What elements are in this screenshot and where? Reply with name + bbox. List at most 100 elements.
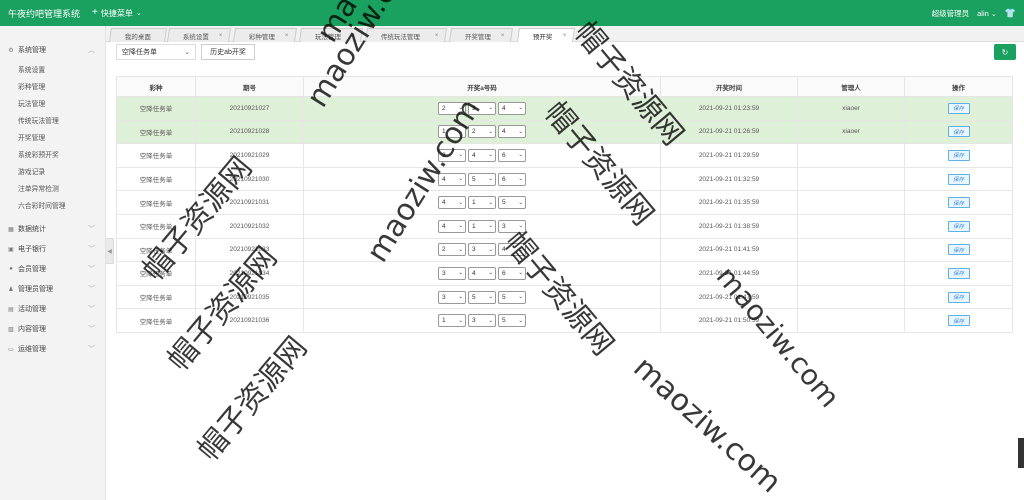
- save-button[interactable]: 保存: [947, 102, 970, 114]
- refresh-button[interactable]: ↻: [994, 44, 1016, 60]
- save-button[interactable]: 保存: [947, 220, 970, 232]
- period-cell: 20210921035: [195, 284, 304, 310]
- number-select[interactable]: 1 ⌄: [468, 219, 496, 233]
- tab-0[interactable]: 我的桌面: [109, 28, 167, 42]
- action-cell: 保存: [904, 96, 1013, 121]
- number-value: 2: [442, 151, 446, 159]
- sidebar-group-7[interactable]: ▭ 运维管理 ﹀: [0, 339, 105, 359]
- number-select[interactable]: 3 ⌄: [498, 219, 526, 233]
- tab-3[interactable]: 玩法管理 ×: [299, 28, 363, 42]
- content-icon: ▧: [8, 326, 14, 333]
- number-value: 1: [472, 222, 476, 230]
- save-button[interactable]: 保存: [947, 173, 970, 185]
- chevron-up-icon: ︿: [88, 47, 95, 54]
- period-cell: 20210921029: [195, 143, 304, 168]
- tab-5[interactable]: 开奖管理 ×: [449, 28, 513, 42]
- save-button[interactable]: 保存: [947, 197, 970, 209]
- number-select[interactable]: 4 ⌄: [468, 266, 496, 280]
- number-select[interactable]: 5 ⌄: [498, 196, 526, 210]
- close-icon[interactable]: ×: [285, 33, 289, 39]
- sidebar-group-6[interactable]: ▧ 内容管理 ﹀: [0, 319, 105, 339]
- sidebar-item[interactable]: 系统设置: [0, 60, 105, 77]
- number-select[interactable]: 4 ⌄: [438, 172, 466, 186]
- save-button[interactable]: 保存: [947, 126, 970, 138]
- tab-2[interactable]: 彩种管理 ×: [233, 28, 297, 42]
- number-select[interactable]: 4 ⌄: [438, 219, 466, 233]
- sidebar-group-2[interactable]: ▣ 电子银行 ﹀: [0, 239, 105, 259]
- save-button[interactable]: 保存: [947, 291, 970, 303]
- sidebar-group-4[interactable]: ♟ 管理员管理 ﹀: [0, 279, 105, 299]
- save-button[interactable]: 保存: [947, 267, 970, 279]
- number-value: 5: [472, 293, 476, 301]
- number-value: 4: [472, 269, 476, 277]
- number-select[interactable]: 6 ⌄: [498, 266, 526, 280]
- sidebar-item[interactable]: 开奖管理: [0, 128, 105, 145]
- number-select[interactable]: 5 ⌄: [468, 290, 496, 304]
- sidebar-item[interactable]: 彩种管理: [0, 77, 105, 94]
- quick-menu-button[interactable]: + 快捷菜单 ⌄: [92, 8, 142, 19]
- sidebar-collapse-button[interactable]: ◀: [106, 238, 114, 264]
- close-icon[interactable]: ×: [219, 33, 223, 39]
- sidebar-item[interactable]: 注单异常检测: [0, 179, 105, 196]
- number-select[interactable]: 4 ⌄: [498, 125, 526, 139]
- tab-1[interactable]: 系统设置 ×: [167, 28, 231, 42]
- sidebar-item[interactable]: 游戏记录: [0, 162, 105, 179]
- number-value: 3: [472, 317, 476, 325]
- close-icon[interactable]: ×: [501, 33, 505, 39]
- number-select[interactable]: 3 ⌄: [438, 290, 466, 304]
- chevron-down-icon: ⌄: [458, 246, 463, 253]
- save-button[interactable]: 保存: [947, 149, 970, 161]
- number-select[interactable]: 4 ⌄: [498, 101, 526, 115]
- save-button[interactable]: 保存: [947, 244, 970, 256]
- sidebar-group-label: 活动管理: [18, 306, 46, 313]
- action-cell: 保存: [904, 190, 1013, 215]
- lottery-cell: 空降任务单: [116, 190, 196, 215]
- number-select[interactable]: 2 ⌄: [438, 148, 466, 162]
- lottery-select[interactable]: 空降任务单 ⌄: [116, 44, 196, 60]
- lottery-cell: 空降任务单: [116, 284, 196, 310]
- number-select[interactable]: 1 ⌄: [438, 314, 466, 328]
- number-select[interactable]: 2 ⌄: [438, 243, 466, 257]
- number-select[interactable]: 3 ⌄: [468, 243, 496, 257]
- sidebar-item[interactable]: 传统玩法管理: [0, 111, 105, 128]
- number-select[interactable]: 3 ⌄: [468, 101, 496, 115]
- sidebar-group-3[interactable]: ● 会员管理 ﹀: [0, 259, 105, 279]
- sidebar-group-1[interactable]: ▦ 数据统计 ﹀: [0, 219, 105, 239]
- lottery-cell: 空降任务单: [116, 261, 196, 286]
- number-select[interactable]: 1 ⌄: [468, 196, 496, 210]
- number-select[interactable]: 4 ⌄: [498, 243, 526, 257]
- number-select[interactable]: 6 ⌄: [498, 148, 526, 162]
- number-select[interactable]: 2 ⌄: [438, 101, 466, 115]
- history-draw-button[interactable]: 历史ab开奖: [201, 44, 255, 60]
- chevron-down-icon: ﹀: [88, 246, 95, 253]
- number-select[interactable]: 5 ⌄: [498, 290, 526, 304]
- number-select[interactable]: 3 ⌄: [438, 266, 466, 280]
- number-select[interactable]: 5 ⌄: [498, 314, 526, 328]
- sidebar-item[interactable]: 六合彩时间管理: [0, 196, 105, 213]
- user-menu[interactable]: alin ⌄: [977, 9, 997, 18]
- number-value: 4: [502, 246, 506, 254]
- lottery-cell: 空降任务单: [116, 166, 196, 192]
- sidebar-item[interactable]: 玩法管理: [0, 94, 105, 111]
- action-cell: 保存: [904, 284, 1013, 310]
- number-select[interactable]: 4 ⌄: [438, 196, 466, 210]
- sidebar-group-5[interactable]: ▤ 活动管理 ﹀: [0, 299, 105, 319]
- side-widget[interactable]: [1018, 438, 1024, 468]
- theme-icon[interactable]: 👕: [1005, 8, 1016, 19]
- sidebar-group-0[interactable]: ⚙ 系统管理 ︿: [0, 40, 105, 60]
- save-button[interactable]: 保存: [947, 315, 970, 327]
- sidebar-item[interactable]: 系统彩预开奖: [0, 145, 105, 162]
- tab-6[interactable]: 预开奖 ×: [517, 28, 575, 42]
- lottery-cell: 空降任务单: [116, 308, 196, 333]
- number-select[interactable]: 3 ⌄: [468, 314, 496, 328]
- number-select[interactable]: 6 ⌄: [498, 172, 526, 186]
- tab-4[interactable]: 传统玩法管理 ×: [365, 28, 447, 42]
- close-icon[interactable]: ×: [351, 33, 355, 39]
- tab-label: 玩法管理: [314, 33, 341, 41]
- number-select[interactable]: 4 ⌄: [468, 148, 496, 162]
- number-select[interactable]: 1 ⌄: [438, 125, 466, 139]
- number-select[interactable]: 5 ⌄: [468, 172, 496, 186]
- close-icon[interactable]: ×: [563, 33, 567, 39]
- number-select[interactable]: 2 ⌄: [468, 125, 496, 139]
- close-icon[interactable]: ×: [435, 33, 439, 39]
